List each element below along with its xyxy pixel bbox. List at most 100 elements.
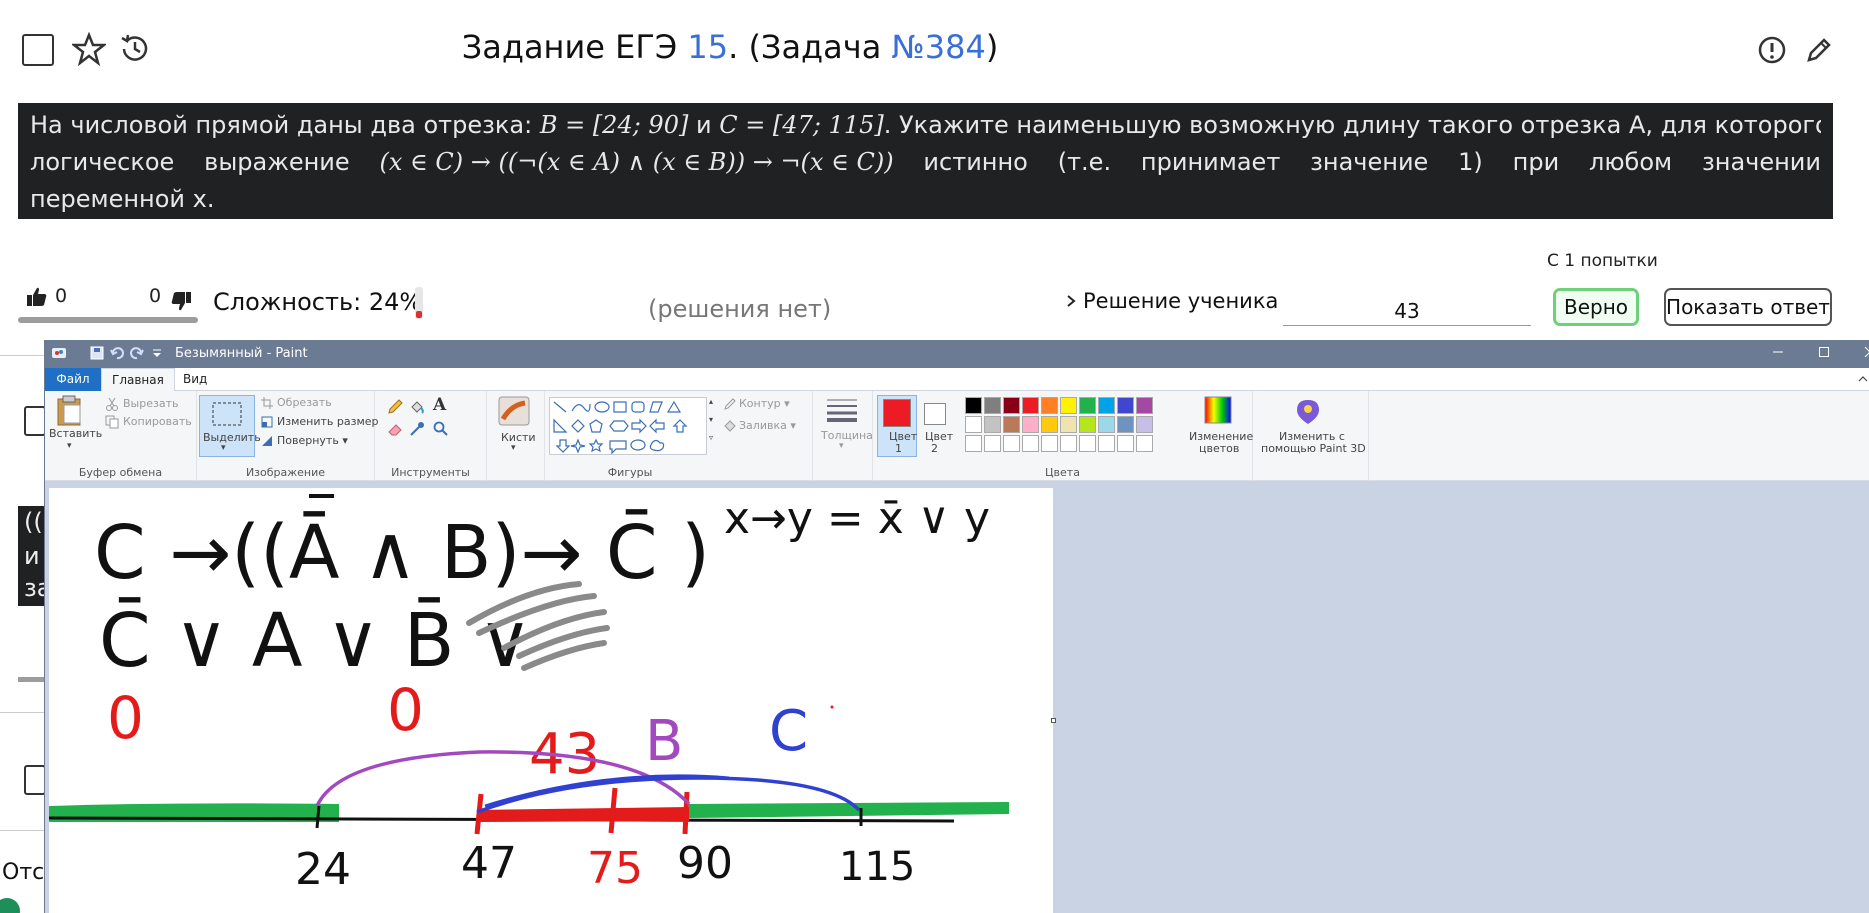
shapes-expand[interactable]: ▿ xyxy=(709,433,713,442)
paste-button[interactable]: Вставить xyxy=(49,427,102,440)
close-button[interactable] xyxy=(1847,340,1869,368)
brushes-dropdown-arrow[interactable]: ▾ xyxy=(511,443,516,453)
color-picker-icon[interactable] xyxy=(409,421,425,437)
exam-task-link[interactable]: 15 xyxy=(687,28,728,66)
palette-swatch[interactable] xyxy=(1098,397,1115,414)
palette-swatch[interactable] xyxy=(1098,416,1115,433)
shapes-gallery[interactable] xyxy=(549,397,707,455)
magnifier-icon[interactable] xyxy=(433,421,449,437)
next-task-checkbox[interactable] xyxy=(24,406,46,436)
redo-icon[interactable] xyxy=(129,345,145,361)
report-icon[interactable] xyxy=(1756,34,1788,66)
palette-swatch[interactable] xyxy=(984,416,1001,433)
palette-swatch[interactable] xyxy=(984,435,1001,452)
palette-swatch[interactable] xyxy=(1117,416,1134,433)
floating-action-icon[interactable] xyxy=(0,898,20,913)
shape-fill-icon[interactable] xyxy=(723,419,737,433)
palette-swatch[interactable] xyxy=(1079,397,1096,414)
palette-swatch[interactable] xyxy=(1136,435,1153,452)
palette-swatch[interactable] xyxy=(1079,435,1096,452)
brushes-button[interactable]: Кисти xyxy=(501,431,536,444)
palette-swatch[interactable] xyxy=(965,416,982,433)
palette-swatch[interactable] xyxy=(1003,397,1020,414)
thumbs-up-icon[interactable] xyxy=(26,286,48,308)
palette-swatch[interactable] xyxy=(1117,435,1134,452)
minimize-button[interactable] xyxy=(1755,340,1801,368)
select-dropdown-arrow[interactable]: ▾ xyxy=(221,443,226,453)
palette-swatch[interactable] xyxy=(1041,416,1058,433)
paste-dropdown-arrow[interactable]: ▾ xyxy=(67,441,72,451)
outline-icon[interactable] xyxy=(723,397,737,411)
drawing-label-c: C xyxy=(769,699,808,764)
edit-pencil-icon[interactable] xyxy=(1803,34,1835,66)
palette-swatch[interactable] xyxy=(984,397,1001,414)
student-solution-toggle[interactable]: Решение ученика xyxy=(1065,289,1278,313)
task-number-link[interactable]: №384 xyxy=(891,28,985,66)
fill-button[interactable]: Заливка ▾ xyxy=(739,419,796,432)
copy-icon[interactable] xyxy=(105,415,119,429)
palette-swatch[interactable] xyxy=(1041,397,1058,414)
thickness-icon[interactable] xyxy=(825,397,859,423)
tab-view[interactable]: Вид xyxy=(173,368,217,391)
cut-button[interactable]: Вырезать xyxy=(123,397,178,410)
palette-swatch[interactable] xyxy=(1022,397,1039,414)
palette-swatch[interactable] xyxy=(1117,397,1134,414)
rotate-button[interactable]: Повернуть ▾ xyxy=(277,434,348,447)
canvas-resize-handle[interactable] xyxy=(1051,718,1056,723)
shapes-scroll-down[interactable]: ▾ xyxy=(709,415,713,424)
paint3d-icon[interactable] xyxy=(1293,397,1323,427)
paint3d-label-2[interactable]: помощью Paint 3D xyxy=(1261,442,1366,455)
save-icon[interactable] xyxy=(89,345,105,361)
palette-swatch[interactable] xyxy=(1003,435,1020,452)
palette-swatch[interactable] xyxy=(1079,416,1096,433)
palette-swatch[interactable] xyxy=(965,397,982,414)
eraser-icon[interactable] xyxy=(387,421,403,437)
color2-swatch[interactable] xyxy=(924,403,946,425)
paint-app-icon[interactable] xyxy=(51,345,67,361)
palette-swatch[interactable] xyxy=(1060,397,1077,414)
pencil-icon[interactable] xyxy=(387,399,403,415)
palette-swatch[interactable] xyxy=(1041,435,1058,452)
crop-icon[interactable] xyxy=(261,397,273,409)
ribbon-collapse-icon[interactable] xyxy=(1857,374,1869,384)
paste-icon[interactable] xyxy=(55,395,85,427)
menu-file[interactable]: Файл xyxy=(45,368,101,391)
palette-swatch[interactable] xyxy=(1098,435,1115,452)
palette-swatch[interactable] xyxy=(965,435,982,452)
crop-button[interactable]: Обрезать xyxy=(277,396,332,409)
resize-icon[interactable] xyxy=(261,416,273,428)
edit-colors-label-2[interactable]: цветов xyxy=(1199,442,1239,455)
palette-swatch[interactable] xyxy=(1022,435,1039,452)
thickness-button[interactable]: Толщина xyxy=(821,429,873,442)
palette-swatch[interactable] xyxy=(1022,416,1039,433)
fill-bucket-icon[interactable] xyxy=(409,399,425,415)
palette-swatch[interactable] xyxy=(1136,416,1153,433)
third-task-checkbox[interactable] xyxy=(24,765,46,795)
palette-swatch[interactable] xyxy=(1003,416,1020,433)
text-tool-icon[interactable]: A xyxy=(433,395,446,415)
correct-button[interactable]: Верно xyxy=(1553,288,1639,326)
undo-icon[interactable] xyxy=(109,345,125,361)
color-palette[interactable] xyxy=(965,395,1185,461)
group-colors: Цвет 1 Цвет 2 Изменение цветов Цвета xyxy=(873,391,1253,481)
thumbs-down-icon[interactable] xyxy=(170,290,192,312)
palette-swatch[interactable] xyxy=(1060,416,1077,433)
brushes-icon[interactable] xyxy=(497,395,531,427)
tab-home[interactable]: Главная xyxy=(101,368,175,391)
maximize-button[interactable] xyxy=(1801,340,1847,368)
thickness-dropdown-arrow[interactable]: ▾ xyxy=(839,441,844,451)
palette-swatch[interactable] xyxy=(1060,435,1077,452)
shapes-scroll-up[interactable]: ▴ xyxy=(709,397,713,406)
outline-button[interactable]: Контур ▾ xyxy=(739,397,790,410)
copy-button[interactable]: Копировать xyxy=(123,415,192,428)
answer-input[interactable] xyxy=(1283,296,1531,326)
edit-colors-icon[interactable] xyxy=(1203,395,1233,425)
paint-canvas[interactable]: C →((Ā ∧ B)→ C̄ ) x→y = x̄ ∨ y C̄ ∨ A ∨ … xyxy=(48,488,1053,913)
resize-button[interactable]: Изменить размер xyxy=(277,415,379,428)
show-answer-button[interactable]: Показать ответ xyxy=(1664,288,1832,326)
cut-icon[interactable] xyxy=(105,397,119,411)
paint-titlebar[interactable]: Безымянный - Paint xyxy=(45,340,1869,368)
quick-access-dropdown-icon[interactable] xyxy=(149,345,165,361)
rotate-icon[interactable] xyxy=(261,435,273,447)
palette-swatch[interactable] xyxy=(1136,397,1153,414)
